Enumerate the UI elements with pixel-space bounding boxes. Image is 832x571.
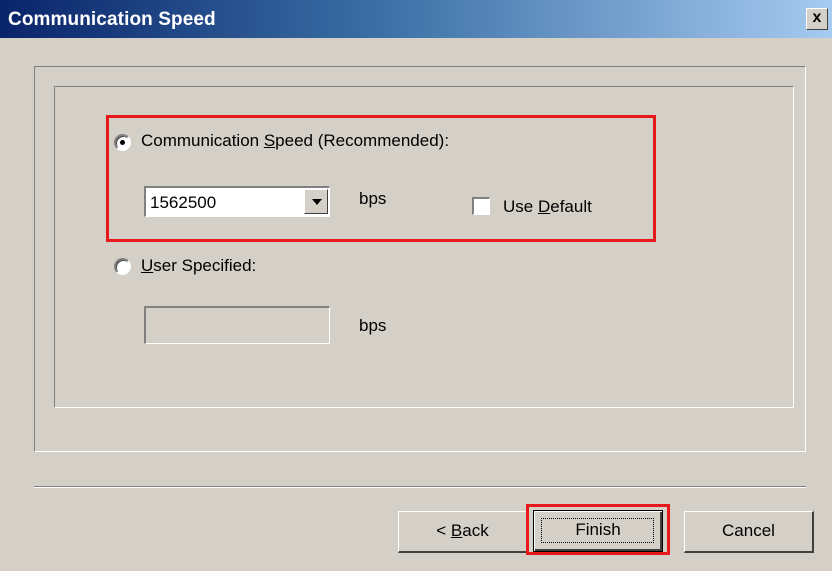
cancel-button[interactable]: Cancel	[684, 511, 814, 553]
radio-selected-dot	[120, 140, 125, 145]
finish-button[interactable]: Finish	[533, 510, 663, 552]
use-default-checkbox[interactable]	[472, 197, 490, 215]
speed-select-value: 1562500	[150, 193, 217, 212]
back-button-label: < Back	[436, 521, 489, 540]
recommended-speed-radio[interactable]	[114, 134, 131, 151]
close-button[interactable]: x	[806, 8, 828, 30]
user-speed-unit-label: bps	[359, 316, 387, 335]
speed-unit-label: bps	[359, 189, 387, 208]
user-specified-radio[interactable]	[114, 258, 131, 275]
button-separator	[34, 486, 806, 488]
focus-rectangle	[541, 518, 654, 543]
title-bar: Communication Speed x	[0, 0, 832, 38]
user-specified-label: User Specified:	[141, 256, 257, 275]
speed-select[interactable]: 1562500	[144, 186, 330, 217]
cancel-button-label: Cancel	[722, 521, 775, 540]
back-button[interactable]: < Back	[398, 511, 528, 553]
window-title: Communication Speed	[8, 9, 216, 30]
user-speed-input[interactable]	[144, 306, 330, 344]
use-default-label: Use Default	[503, 197, 592, 216]
chevron-down-icon[interactable]	[304, 189, 328, 214]
close-icon: x	[812, 9, 822, 26]
recommended-speed-label: Communication Speed (Recommended):	[141, 131, 450, 150]
